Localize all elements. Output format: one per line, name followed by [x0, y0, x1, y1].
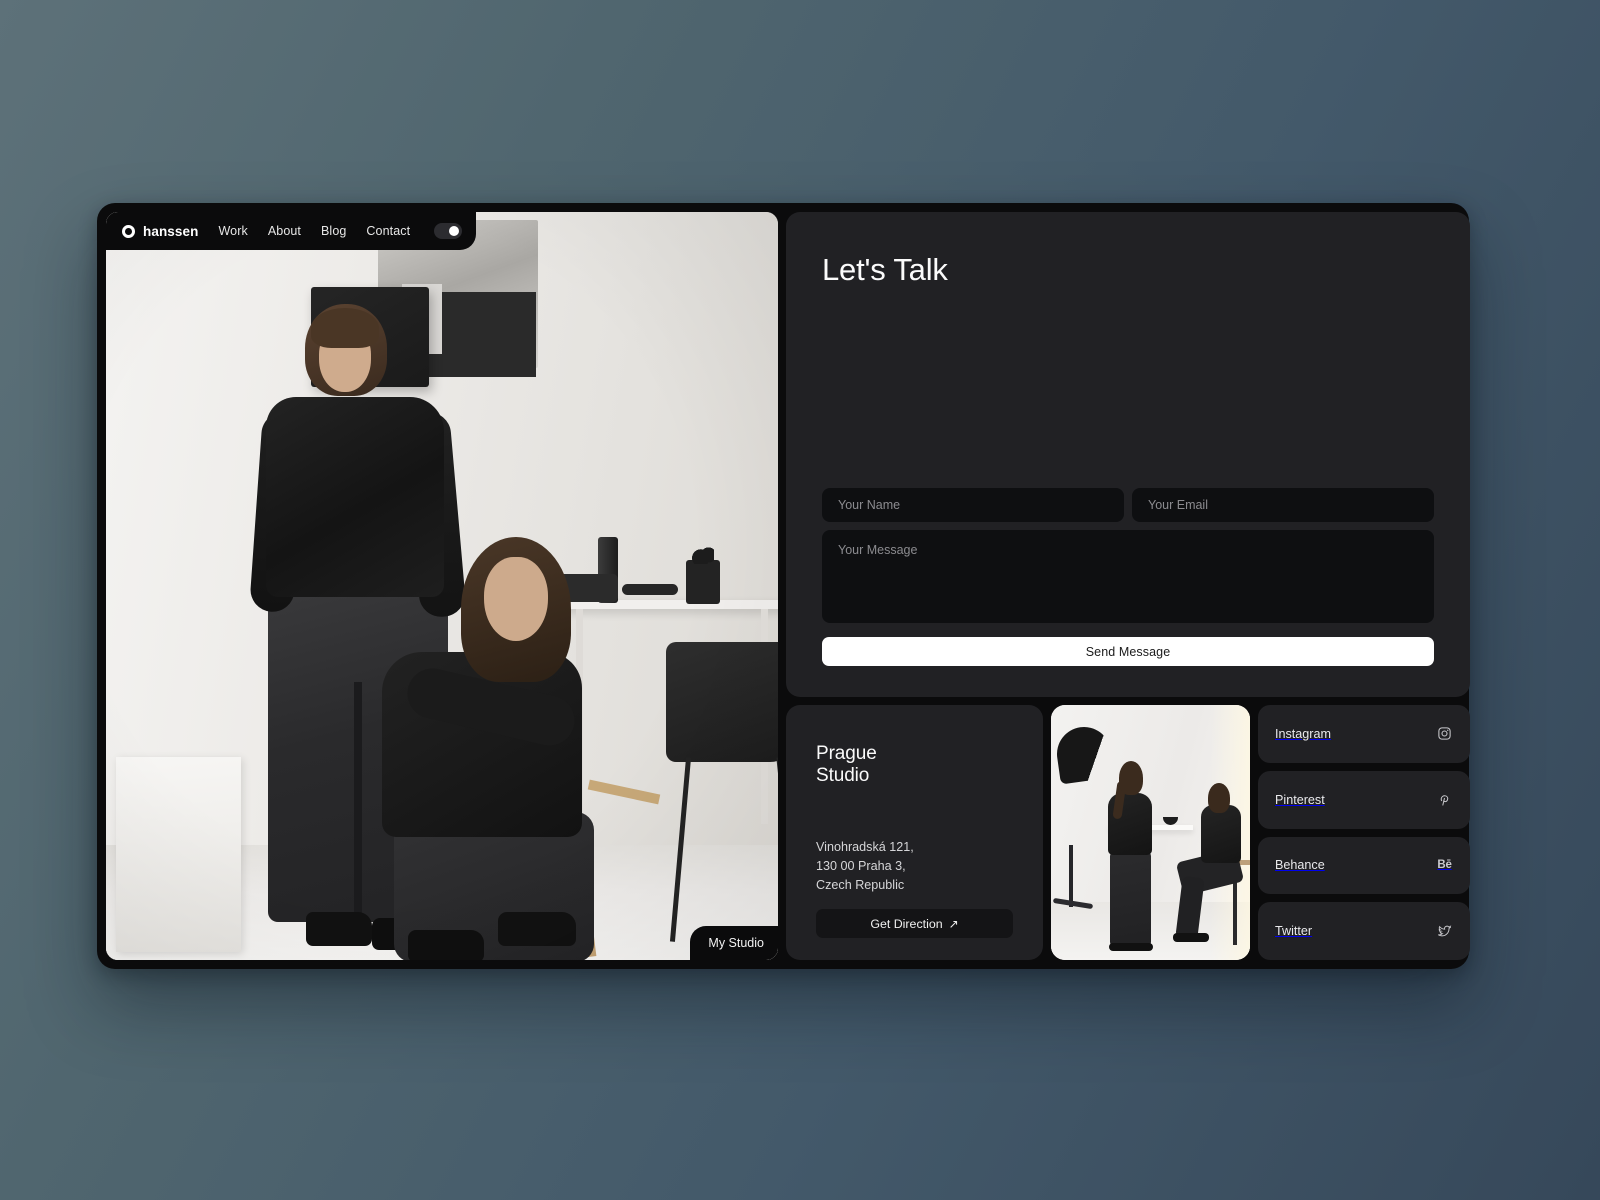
send-message-button[interactable]: Send Message	[822, 637, 1434, 666]
desk-plant	[686, 544, 720, 604]
nav-link-blog[interactable]: Blog	[321, 224, 346, 238]
model-standing-fringe	[311, 308, 379, 348]
location-address: Vinohradská 121, 130 00 Praha 3, Czech R…	[816, 839, 914, 892]
contact-form-card: Let's Talk Send Message	[786, 212, 1470, 697]
get-direction-label: Get Direction	[870, 916, 943, 931]
arrow-up-right-icon: ↗	[948, 916, 959, 931]
instagram-icon	[1436, 725, 1453, 742]
message-input[interactable]	[822, 530, 1434, 623]
social-link-instagram[interactable]: Instagram	[1258, 705, 1470, 763]
studio-person-seated-hair	[1208, 783, 1230, 813]
email-input[interactable]	[1132, 488, 1434, 522]
social-label-behance: Behance	[1275, 858, 1325, 873]
social-link-behance[interactable]: Behance Bē	[1258, 836, 1470, 895]
bottom-row: Prague Studio Vinohradská 121, 130 00 Pr…	[786, 705, 1470, 960]
pinterest-icon	[1436, 791, 1453, 808]
app-window: hanssen Work About Blog Contact My Studi…	[97, 203, 1470, 969]
studio-person-standing-hair	[1119, 761, 1143, 795]
social-label-instagram: Instagram	[1275, 726, 1331, 741]
theme-toggle-switch[interactable]	[434, 223, 463, 239]
social-link-twitter[interactable]: Twitter	[1258, 902, 1470, 960]
twitter-icon	[1436, 923, 1453, 940]
brand[interactable]: hanssen	[122, 224, 198, 239]
behance-wordmark: Bē	[1437, 859, 1452, 872]
right-column: Let's Talk Send Message Prague Studio Vi…	[786, 212, 1470, 960]
studio-photo-card	[1051, 705, 1250, 960]
nav-link-contact[interactable]: Contact	[366, 224, 410, 238]
my-studio-badge: My Studio	[690, 926, 778, 960]
location-title: Prague Studio	[816, 743, 877, 787]
studio-person-standing-shoe	[1109, 943, 1153, 951]
name-email-row	[822, 488, 1434, 522]
name-input[interactable]	[822, 488, 1124, 522]
my-studio-badge-label: My Studio	[708, 936, 764, 950]
studio-person-seated-shoe	[1173, 933, 1209, 942]
brand-name: hanssen	[143, 223, 199, 239]
contact-form-fields: Send Message	[822, 488, 1434, 666]
model-standing-torso	[266, 397, 444, 597]
model-standing-shoe-left	[306, 912, 372, 946]
desk-glasses	[622, 584, 678, 595]
studio-chair	[666, 642, 778, 762]
social-link-pinterest[interactable]: Pinterest	[1258, 770, 1470, 829]
hero-panel: hanssen Work About Blog Contact My Studi…	[106, 212, 778, 960]
leaning-canvas	[116, 757, 241, 952]
behance-icon: Bē	[1436, 857, 1453, 874]
nav-link-about[interactable]: About	[268, 224, 301, 238]
get-direction-button[interactable]: Get Direction ↗	[816, 909, 1013, 938]
ring-logo-icon	[122, 224, 135, 238]
model-seated-shoe-left	[408, 930, 484, 960]
studio-person-standing-pants	[1110, 851, 1151, 947]
model-standing-leg-gap	[354, 682, 362, 922]
nav-link-work[interactable]: Work	[218, 224, 247, 238]
model-seated-shoe-right	[498, 912, 576, 946]
theme-toggle-knob	[449, 226, 460, 236]
social-label-twitter: Twitter	[1275, 924, 1313, 939]
hero-studio-photo	[106, 212, 778, 960]
main-navbar: hanssen Work About Blog Contact	[106, 212, 477, 250]
social-links-list: Instagram Pinterest Behance Bē Twitter	[1258, 705, 1470, 960]
social-label-pinterest: Pinterest	[1275, 792, 1325, 807]
location-card: Prague Studio Vinohradská 121, 130 00 Pr…	[786, 705, 1043, 960]
page-title: Let's Talk	[822, 252, 948, 287]
studio-umbrella-stand	[1069, 845, 1073, 907]
studio-person-seated-top	[1201, 805, 1241, 863]
model-seated-face	[484, 557, 548, 641]
